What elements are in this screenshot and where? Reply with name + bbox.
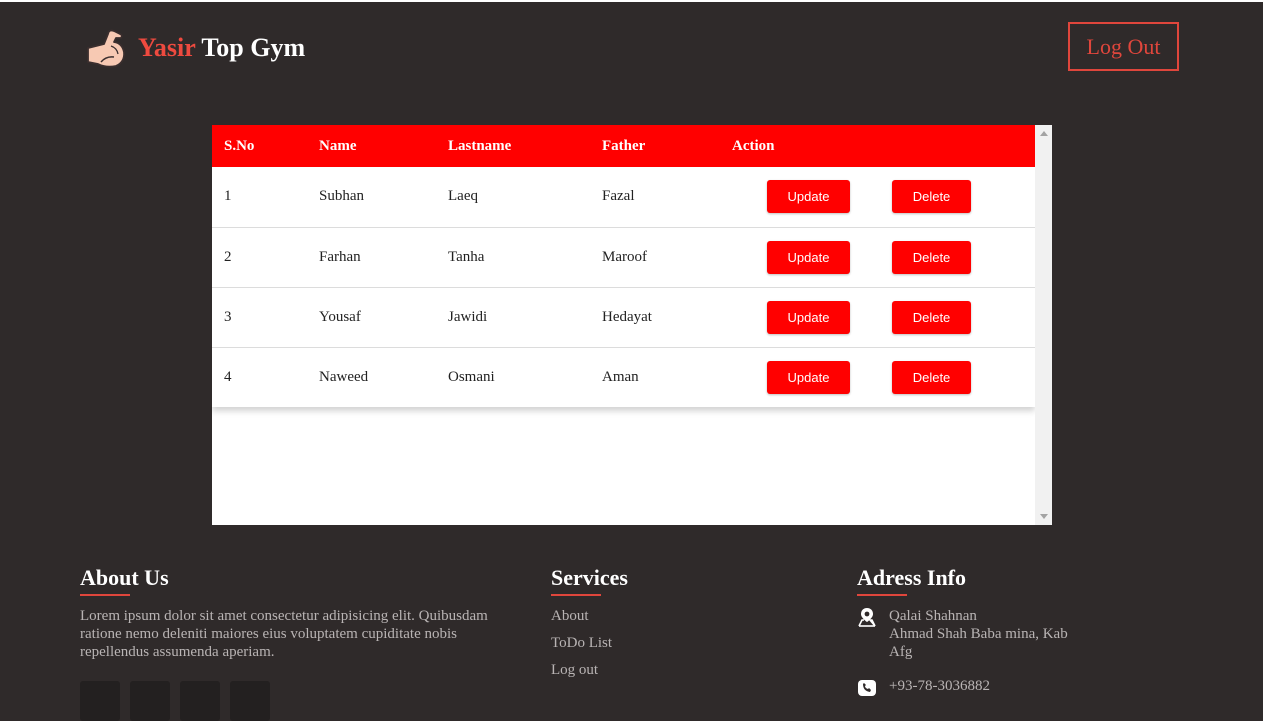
table-row: 3 Yousaf Jawidi Hedayat Update Delete (212, 287, 1035, 347)
cell-father: Maroof (602, 248, 647, 265)
social-links (80, 681, 525, 721)
social-link[interactable] (230, 681, 270, 721)
phone-number: +93-78-3036882 (889, 678, 990, 694)
address-line-1: Qalai Shahnan (889, 608, 977, 624)
service-link-logout[interactable]: Log out (551, 661, 628, 688)
cell-delete: Delete (862, 347, 1035, 407)
cell-lastname: Jawidi (448, 308, 488, 325)
members-table-wrapper: S.No Name Lastname Father Action 1 Subha… (212, 125, 1035, 407)
social-link[interactable] (180, 681, 220, 721)
address-phone: +93-78-3036882 (857, 677, 1089, 701)
cell-lastname: Laeq (448, 188, 478, 205)
members-table: S.No Name Lastname Father Action 1 Subha… (212, 125, 1035, 407)
cell-name: Naweed (319, 368, 369, 385)
delete-button[interactable]: Delete (892, 240, 971, 274)
delete-button[interactable]: Delete (892, 360, 971, 394)
address-heading: Adress Info (857, 565, 967, 590)
service-link-about[interactable]: About (551, 607, 628, 634)
cell-father: Fazal (602, 188, 635, 205)
cell-sno: 3 (224, 308, 232, 325)
cell-delete: Delete (862, 287, 1035, 347)
column-header-action: Action (732, 137, 775, 154)
cell-update: Update (720, 287, 862, 347)
social-link[interactable] (130, 681, 170, 721)
members-panel: S.No Name Lastname Father Action 1 Subha… (212, 125, 1052, 525)
brand[interactable]: Yasir Top Gym (84, 26, 305, 70)
address-text: Qalai Shahnan Ahmad Shah Baba mina, Kab … (889, 607, 1089, 661)
logout-button[interactable]: Log Out (1068, 22, 1179, 71)
cell-sno: 4 (224, 368, 232, 385)
brand-name-first: Yasir (138, 33, 196, 62)
table-header-row: S.No Name Lastname Father Action (212, 125, 1035, 167)
vertical-scrollbar[interactable] (1035, 125, 1052, 525)
social-link[interactable] (80, 681, 120, 721)
update-button[interactable]: Update (767, 180, 850, 214)
column-header-name: Name (319, 137, 357, 154)
phone-icon (857, 677, 877, 701)
cell-lastname: Tanha (448, 248, 485, 265)
table-row: 1 Subhan Laeq Fazal Update Delete (212, 167, 1035, 227)
footer-address: Adress Info Qalai Shahnan Ahmad Shah Bab… (857, 564, 1089, 701)
brand-name: Yasir Top Gym (138, 26, 305, 70)
cell-name: Farhan (319, 248, 361, 265)
address-line-2: Ahmad Shah Baba mina, Kab (889, 626, 1068, 642)
cell-father: Hedayat (602, 308, 652, 325)
flexed-bicep-icon (84, 26, 128, 70)
column-header-lastname: Lastname (448, 137, 512, 154)
cell-lastname: Osmani (448, 368, 495, 385)
column-header-sno: S.No (224, 137, 255, 154)
top-border (0, 0, 1263, 2)
brand-name-rest: Top Gym (201, 33, 306, 62)
address-line-3: Afg (889, 644, 913, 660)
map-pin-icon (857, 607, 877, 631)
address-location: Qalai Shahnan Ahmad Shah Baba mina, Kab … (857, 607, 1089, 661)
about-text: Lorem ipsum dolor sit amet consectetur a… (80, 608, 488, 660)
scroll-up-arrow-icon[interactable] (1040, 131, 1048, 136)
cell-update: Update (720, 227, 862, 287)
update-button[interactable]: Update (767, 300, 850, 334)
update-button[interactable]: Update (767, 360, 850, 394)
column-header-father: Father (602, 137, 646, 154)
delete-button[interactable]: Delete (892, 180, 971, 214)
table-row: 2 Farhan Tanha Maroof Update Delete (212, 227, 1035, 287)
cell-father: Aman (602, 368, 639, 385)
table-row: 4 Naweed Osmani Aman Update Delete (212, 347, 1035, 407)
cell-sno: 1 (224, 188, 232, 205)
service-link-todo[interactable]: ToDo List (551, 634, 628, 661)
scroll-down-arrow-icon[interactable] (1040, 514, 1048, 519)
about-heading-underline (80, 594, 130, 596)
services-heading-underline (551, 594, 601, 596)
delete-button[interactable]: Delete (892, 300, 971, 334)
services-list: About ToDo List Log out (551, 607, 628, 688)
cell-update: Update (720, 347, 862, 407)
cell-name: Subhan (319, 188, 364, 205)
footer-about: About Us Lorem ipsum dolor sit amet cons… (80, 564, 525, 721)
about-heading: About Us (80, 565, 169, 590)
cell-update: Update (720, 167, 862, 227)
cell-name: Yousaf (319, 308, 361, 325)
footer-services: Services About ToDo List Log out (551, 564, 628, 688)
cell-delete: Delete (862, 167, 1035, 227)
cell-delete: Delete (862, 227, 1035, 287)
services-heading: Services (551, 565, 628, 590)
cell-sno: 2 (224, 248, 232, 265)
address-heading-underline (857, 594, 907, 596)
update-button[interactable]: Update (767, 240, 850, 274)
